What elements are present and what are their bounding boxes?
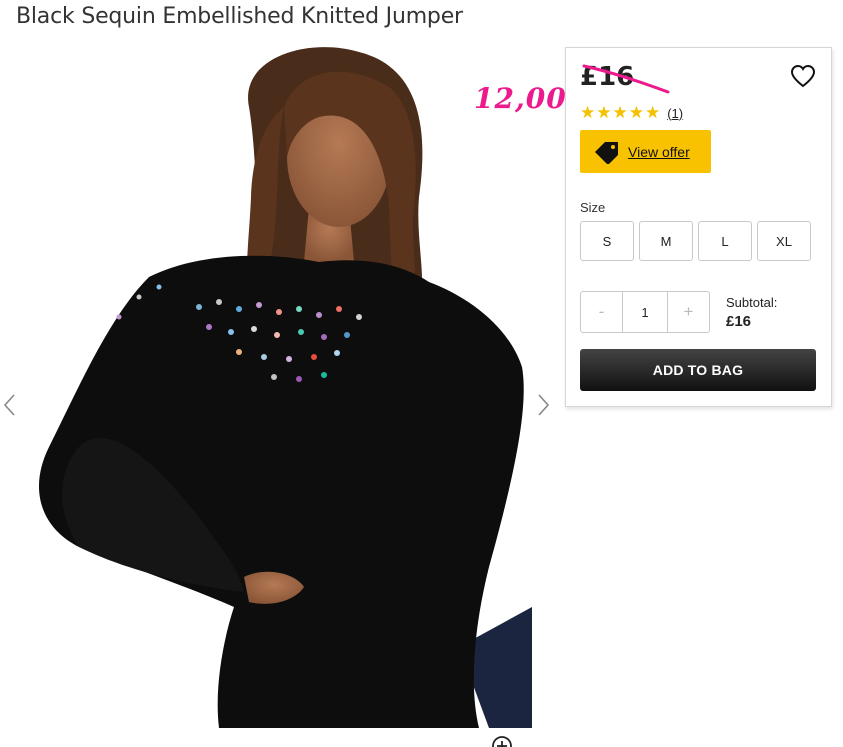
next-image-button[interactable]	[535, 391, 553, 419]
chevron-left-icon	[3, 394, 15, 416]
star-rating-icons: ★★★★★	[580, 103, 662, 122]
review-count-link[interactable]: (1)	[667, 106, 683, 121]
subtotal-label: Subtotal:	[726, 295, 778, 310]
wishlist-button[interactable]	[790, 64, 816, 90]
add-to-bag-button[interactable]: ADD TO BAG	[580, 349, 816, 391]
product-photo-illustration	[39, 47, 532, 728]
product-rating: ★★★★★ (1)	[580, 104, 683, 122]
size-options: S M L XL	[580, 221, 811, 261]
quantity-stepper: - +	[580, 291, 710, 333]
size-option-m[interactable]: M	[639, 221, 693, 261]
zoom-icon[interactable]	[491, 735, 513, 747]
subtotal: Subtotal: £16	[726, 295, 777, 330]
size-option-l[interactable]: L	[698, 221, 752, 261]
subtotal-value: £16	[726, 313, 752, 330]
annotated-sale-price: 12,00	[474, 82, 567, 115]
original-price: £16	[580, 62, 635, 92]
size-option-xl[interactable]: XL	[757, 221, 811, 261]
product-title: Black Sequin Embellished Knitted Jumper	[16, 4, 463, 29]
product-photo	[19, 47, 532, 728]
chevron-right-icon	[538, 394, 550, 416]
heart-icon	[790, 64, 816, 88]
product-gallery	[0, 47, 560, 747]
increase-quantity-button[interactable]: +	[668, 292, 709, 332]
previous-image-button[interactable]	[0, 391, 18, 419]
view-offer-label: View offer	[628, 143, 690, 160]
purchase-panel: £16 12,00 ★★★★★ (1) View offer Size S M …	[474, 47, 832, 407]
size-label: Size	[580, 200, 606, 215]
size-option-s[interactable]: S	[580, 221, 634, 261]
price-tag-icon	[595, 141, 618, 164]
view-offer-button[interactable]: View offer	[580, 130, 711, 173]
quantity-input[interactable]	[622, 292, 668, 332]
decrease-quantity-button[interactable]: -	[581, 292, 622, 332]
